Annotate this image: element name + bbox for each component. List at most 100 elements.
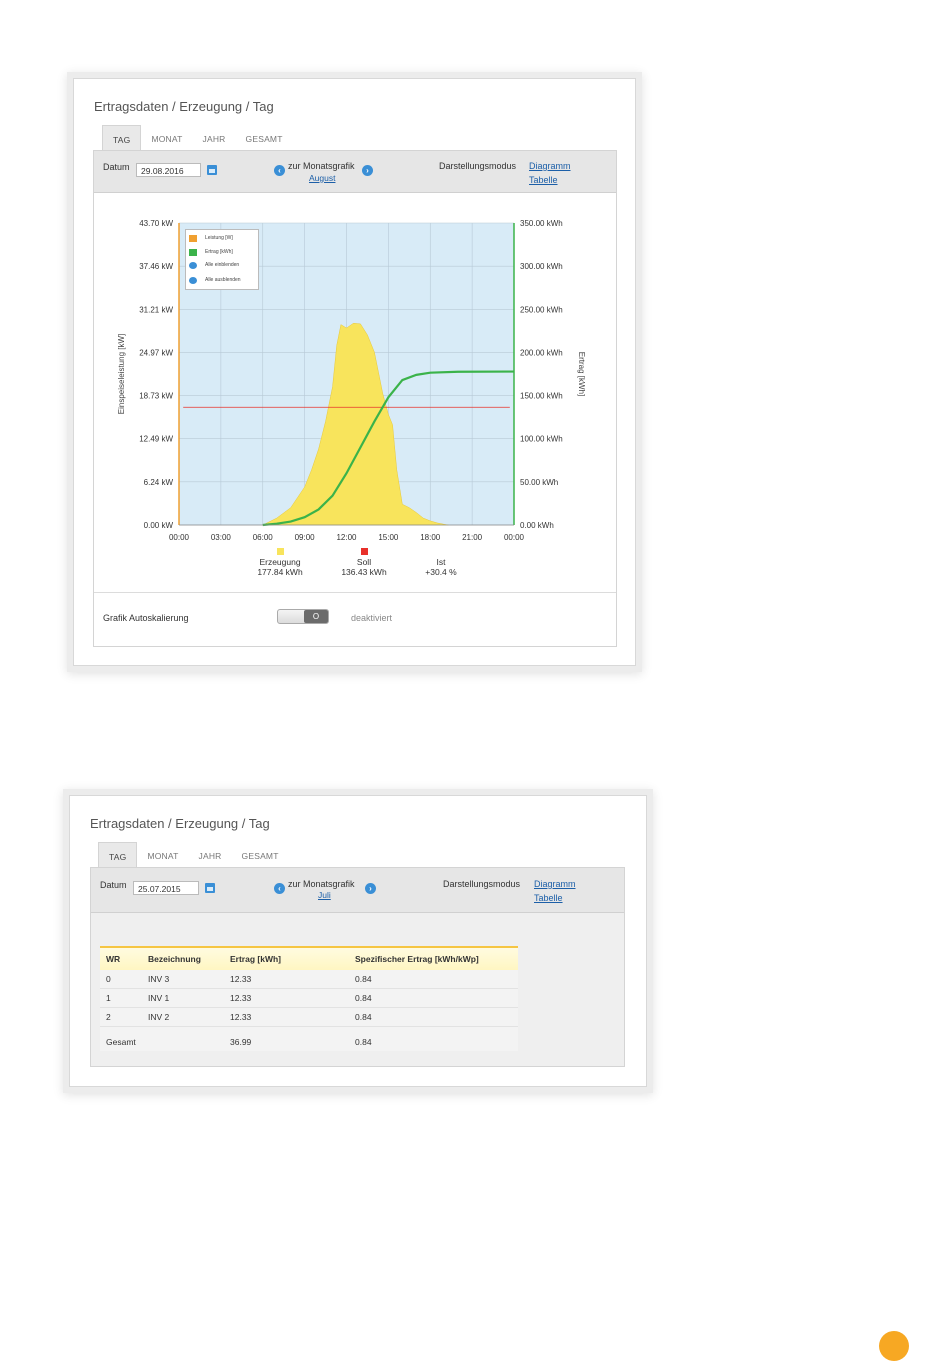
display-mode-label: Darstellungsmodus bbox=[443, 879, 521, 889]
x-tick-label: 00:00 bbox=[169, 533, 190, 542]
autoscale-divider bbox=[94, 592, 616, 593]
x-tick-label: 06:00 bbox=[253, 533, 274, 542]
page-title: Ertragsdaten / Erzeugung / Tag bbox=[90, 816, 270, 831]
y2-tick-label: 250.00 kWh bbox=[520, 305, 563, 314]
legend-item-leistung[interactable]: Leistung [W] bbox=[189, 234, 233, 242]
tab-jahr[interactable]: JAHR bbox=[193, 125, 236, 151]
monthly-chart-link[interactable]: August bbox=[309, 173, 335, 183]
summary-ist: Ist +30.4 % bbox=[401, 557, 481, 577]
x-tick-label: 12:00 bbox=[336, 533, 357, 542]
cell-wr: 2 bbox=[100, 1007, 142, 1027]
table-row[interactable]: 1 INV 1 12.33 0.84 bbox=[100, 988, 518, 1008]
col-bezeichnung[interactable]: Bezeichnung bbox=[142, 946, 224, 970]
content-frame: Datum 29.08.2016 ‹ zur Monatsgrafik Augu… bbox=[93, 150, 617, 647]
cell-wr: 1 bbox=[100, 988, 142, 1008]
legend-show-all[interactable]: Alle einblenden bbox=[189, 261, 239, 269]
autoscale-state: deaktiviert bbox=[351, 613, 393, 623]
cell-spez: 0.84 bbox=[349, 970, 518, 989]
tab-monat[interactable]: MONAT bbox=[141, 125, 192, 151]
summary-erzeugung: Erzeugung 177.84 kWh bbox=[240, 548, 320, 577]
y2-tick-label: 100.00 kWh bbox=[520, 435, 563, 444]
legend-item-ertrag[interactable]: Ertrag [kWh] bbox=[189, 248, 233, 256]
cell-ertrag: 12.33 bbox=[224, 970, 349, 989]
table-header-row: WR Bezeichnung Ertrag [kWh] Spezifischer… bbox=[100, 946, 518, 970]
yield-table: WR Bezeichnung Ertrag [kWh] Spezifischer… bbox=[100, 946, 518, 1051]
col-ertrag[interactable]: Ertrag [kWh] bbox=[224, 946, 349, 970]
toolbar: Datum 29.08.2016 ‹ zur Monatsgrafik Augu… bbox=[94, 151, 616, 193]
summary-swatch-yellow bbox=[276, 548, 284, 555]
toggle-knob: O bbox=[304, 610, 328, 623]
calendar-icon[interactable] bbox=[205, 883, 215, 893]
date-field[interactable]: 29.08.2016 bbox=[136, 163, 201, 177]
tab-tag[interactable]: TAG bbox=[102, 125, 142, 151]
eye-icon bbox=[189, 261, 197, 269]
display-mode-label: Darstellungsmodus bbox=[439, 161, 517, 171]
calendar-icon[interactable] bbox=[207, 165, 217, 175]
content-frame: Datum 25.07.2015 ‹ zur Monatsgrafik Juli… bbox=[90, 867, 625, 1067]
mode-table-link[interactable]: Tabelle bbox=[529, 175, 558, 185]
mode-table-link[interactable]: Tabelle bbox=[534, 893, 563, 903]
prev-day-button[interactable]: ‹ bbox=[274, 165, 285, 176]
next-day-button[interactable]: › bbox=[362, 165, 373, 176]
cell-name: INV 3 bbox=[142, 970, 224, 989]
cell-name: INV 1 bbox=[142, 988, 224, 1008]
legend-hide-all[interactable]: Alle ausblenden bbox=[189, 276, 241, 284]
autoscale-toggle[interactable]: O bbox=[277, 609, 329, 624]
monthly-chart-link[interactable]: Juli bbox=[318, 890, 331, 900]
tab-gesamt[interactable]: GESAMT bbox=[236, 125, 293, 151]
date-label: Datum bbox=[103, 162, 130, 172]
y2-tick-label: 350.00 kWh bbox=[520, 219, 563, 228]
x-tick-label: 15:00 bbox=[378, 533, 399, 542]
cell-ertrag: 12.33 bbox=[224, 1007, 349, 1027]
y2-tick-label: 150.00 kWh bbox=[520, 392, 563, 401]
y-tick-label: 37.46 kW bbox=[139, 262, 173, 271]
legend-show-all-label: Alle einblenden bbox=[205, 262, 240, 268]
tab-monat[interactable]: MONAT bbox=[137, 842, 188, 868]
legend-label-ertrag: Ertrag [kWh] bbox=[205, 249, 233, 255]
table-row[interactable]: 2 INV 2 12.33 0.84 bbox=[100, 1007, 518, 1027]
cell-spez: 0.84 bbox=[349, 988, 518, 1008]
screenshot-day-table: Ertragsdaten / Erzeugung / Tag TAG MONAT… bbox=[69, 795, 647, 1087]
monthly-chart-label: zur Monatsgrafik bbox=[288, 879, 355, 889]
tab-jahr[interactable]: JAHR bbox=[189, 842, 232, 868]
cell-wr: 0 bbox=[100, 970, 142, 989]
table-row[interactable]: 0 INV 3 12.33 0.84 bbox=[100, 970, 518, 989]
screenshot-day-chart: Ertragsdaten / Erzeugung / Tag TAG MONAT… bbox=[73, 78, 636, 666]
cell-total-spez: 0.84 bbox=[355, 1037, 372, 1047]
period-tabs: TAG MONAT JAHR GESAMT bbox=[98, 842, 289, 868]
summary-ist-value: +30.4 % bbox=[425, 567, 457, 577]
page-title: Ertragsdaten / Erzeugung / Tag bbox=[94, 99, 274, 114]
cell-ertrag: 12.33 bbox=[224, 988, 349, 1008]
legend-swatch-green bbox=[189, 248, 197, 256]
col-wr[interactable]: WR bbox=[100, 946, 142, 970]
summary-soll-label: Soll bbox=[356, 557, 372, 567]
col-spez-ertrag[interactable]: Spezifischer Ertrag [kWh/kWp] bbox=[349, 946, 518, 970]
prev-day-button[interactable]: ‹ bbox=[274, 883, 285, 894]
period-tabs: TAG MONAT JAHR GESAMT bbox=[102, 125, 293, 151]
y-tick-label: 18.73 kW bbox=[139, 392, 173, 401]
tab-tag[interactable]: TAG bbox=[98, 842, 138, 868]
x-tick-label: 18:00 bbox=[420, 533, 441, 542]
mode-diagram-link[interactable]: Diagramm bbox=[534, 879, 576, 889]
x-tick-label: 21:00 bbox=[462, 533, 483, 542]
y-tick-label: 43.70 kW bbox=[139, 219, 173, 228]
tab-gesamt[interactable]: GESAMT bbox=[232, 842, 289, 868]
date-field[interactable]: 25.07.2015 bbox=[133, 881, 199, 895]
cell-spez: 0.84 bbox=[349, 1007, 518, 1027]
y-tick-label: 12.49 kW bbox=[139, 435, 173, 444]
legend-swatch-orange bbox=[189, 234, 197, 242]
y-tick-label: 31.21 kW bbox=[139, 305, 173, 314]
y-tick-label: 24.97 kW bbox=[139, 348, 173, 357]
y2-tick-label: 0.00 kWh bbox=[520, 521, 554, 530]
y-tick-label: 0.00 kW bbox=[144, 521, 174, 530]
yield-chart: 00:00 03:00 06:00 09:00 12:00 15:00 18:00 21:00… bbox=[117, 219, 586, 542]
table-total-row: Gesamt 36.99 0.84 bbox=[100, 1027, 518, 1052]
next-day-button[interactable]: › bbox=[365, 883, 376, 894]
eye-off-icon bbox=[189, 276, 197, 284]
chart-area: 00:00 03:00 06:00 09:00 12:00 15:00 18:00 21:00… bbox=[94, 193, 616, 593]
y-tick-label: 6.24 kW bbox=[144, 478, 174, 487]
y2-tick-label: 50.00 kWh bbox=[520, 478, 558, 487]
mode-diagram-link[interactable]: Diagramm bbox=[529, 161, 571, 171]
summary-erzeugung-value: 177.84 kWh bbox=[257, 567, 303, 577]
summary-swatch-red bbox=[360, 548, 368, 555]
